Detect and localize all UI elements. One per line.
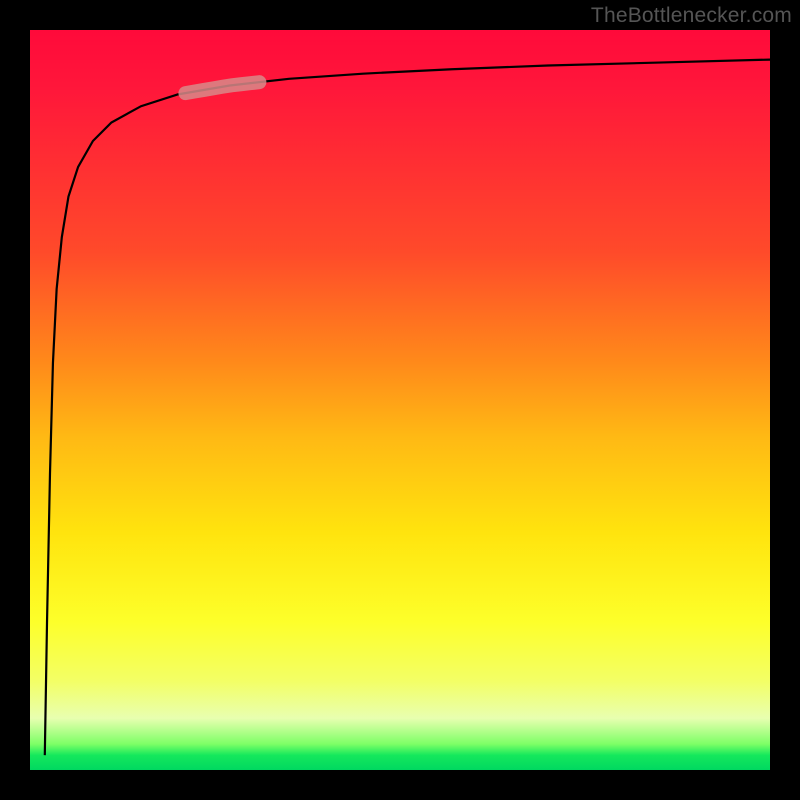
curve-layer [30, 30, 770, 770]
chart-stage: TheBottlenecker.com [0, 0, 800, 800]
bottleneck-curve [45, 60, 770, 756]
watermark-label: TheBottlenecker.com [591, 4, 792, 28]
plot-area [30, 30, 770, 770]
highlight-marker [185, 82, 259, 93]
